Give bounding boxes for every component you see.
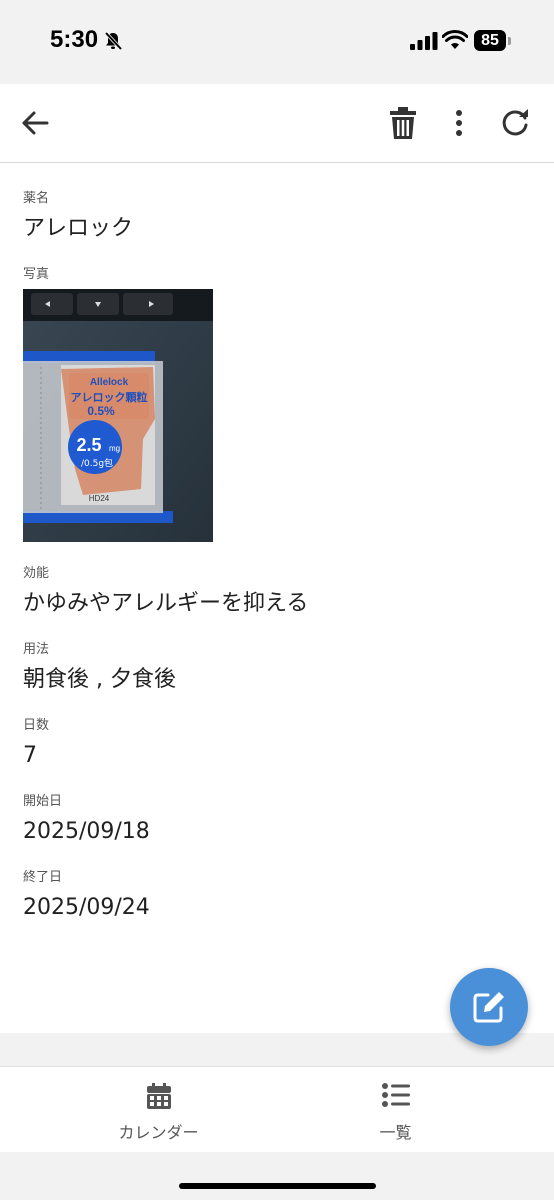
end-date-value: 2025/09/24 bbox=[23, 895, 150, 920]
edit-icon bbox=[473, 992, 504, 1023]
app-bar bbox=[0, 84, 554, 163]
trash-icon bbox=[390, 107, 416, 139]
medicine-name-value: アレロック bbox=[23, 216, 134, 241]
more-options-button[interactable] bbox=[440, 104, 478, 142]
nav-calendar[interactable]: カレンダー bbox=[20, 1067, 297, 1153]
packet-name-text: アレロック顆粒 bbox=[71, 390, 148, 404]
start-date-field: 開始日 2025/09/18 bbox=[23, 794, 150, 846]
packet-brand-text: Allelock bbox=[90, 377, 129, 388]
days-value: 7 bbox=[23, 743, 37, 768]
nav-calendar-label: カレンダー bbox=[118, 1123, 199, 1142]
days-label: 日数 bbox=[23, 718, 50, 733]
usage-field: 用法 朝食後 , 夕食後 bbox=[23, 642, 176, 694]
status-bar: 5:30 85 bbox=[0, 0, 554, 84]
home-indicator[interactable] bbox=[179, 1183, 376, 1189]
photo-label: 写真 bbox=[23, 267, 50, 282]
cellular-signal-icon bbox=[410, 32, 438, 50]
packet-dose-text: 2.5 bbox=[76, 435, 101, 455]
list-icon bbox=[381, 1083, 410, 1107]
refresh-button[interactable] bbox=[496, 104, 534, 142]
packet-percent-text: 0.5% bbox=[87, 404, 115, 418]
back-button[interactable] bbox=[16, 104, 54, 142]
medicine-name-field: 薬名 アレロック bbox=[23, 191, 133, 243]
packet-lot-text: HD24 bbox=[89, 494, 110, 503]
nav-list[interactable]: 一覧 bbox=[257, 1067, 534, 1153]
calendar-icon bbox=[146, 1083, 171, 1109]
edit-fab-button[interactable] bbox=[450, 968, 528, 1046]
days-field: 日数 7 bbox=[23, 718, 49, 770]
refresh-icon bbox=[502, 109, 528, 136]
photo-field: 写真 bbox=[23, 267, 49, 283]
end-date-field: 終了日 2025/09/24 bbox=[23, 870, 150, 922]
delete-button[interactable] bbox=[384, 104, 422, 142]
battery-indicator: 85 bbox=[474, 30, 506, 51]
more-vertical-icon bbox=[456, 110, 462, 136]
medicine-photo[interactable]: Allelock アレロック顆粒 0.5% 2.5 mg /0.5g包 HD24 bbox=[23, 289, 213, 542]
effect-label: 効能 bbox=[23, 566, 50, 581]
effect-field: 効能 かゆみやアレルギーを抑える bbox=[23, 566, 308, 618]
usage-value: 朝食後 , 夕食後 bbox=[23, 667, 176, 692]
wifi-icon bbox=[442, 30, 468, 49]
battery-tip bbox=[508, 37, 511, 45]
packet-per-text: /0.5g包 bbox=[81, 457, 113, 469]
medicine-detail: 薬名 アレロック 写真 Allelock アレロック顆粒 0.5% 2.5 mg… bbox=[0, 163, 554, 1033]
nav-list-label: 一覧 bbox=[379, 1123, 412, 1142]
bottom-navigation: カレンダー 一覧 bbox=[0, 1066, 554, 1153]
arrow-left-icon bbox=[22, 111, 49, 135]
start-date-value: 2025/09/18 bbox=[23, 819, 150, 844]
start-date-label: 開始日 bbox=[23, 794, 63, 809]
effect-value: かゆみやアレルギーを抑える bbox=[23, 591, 309, 616]
status-time: 5:30 bbox=[50, 26, 99, 53]
usage-label: 用法 bbox=[23, 642, 50, 657]
end-date-label: 終了日 bbox=[23, 870, 63, 885]
medicine-name-label: 薬名 bbox=[23, 191, 50, 206]
home-bar-area bbox=[0, 1152, 554, 1200]
packet-unit-text: mg bbox=[109, 444, 120, 453]
medicine-package-image: Allelock アレロック顆粒 0.5% 2.5 mg /0.5g包 HD24 bbox=[23, 289, 213, 542]
bell-muted-icon bbox=[104, 31, 123, 51]
